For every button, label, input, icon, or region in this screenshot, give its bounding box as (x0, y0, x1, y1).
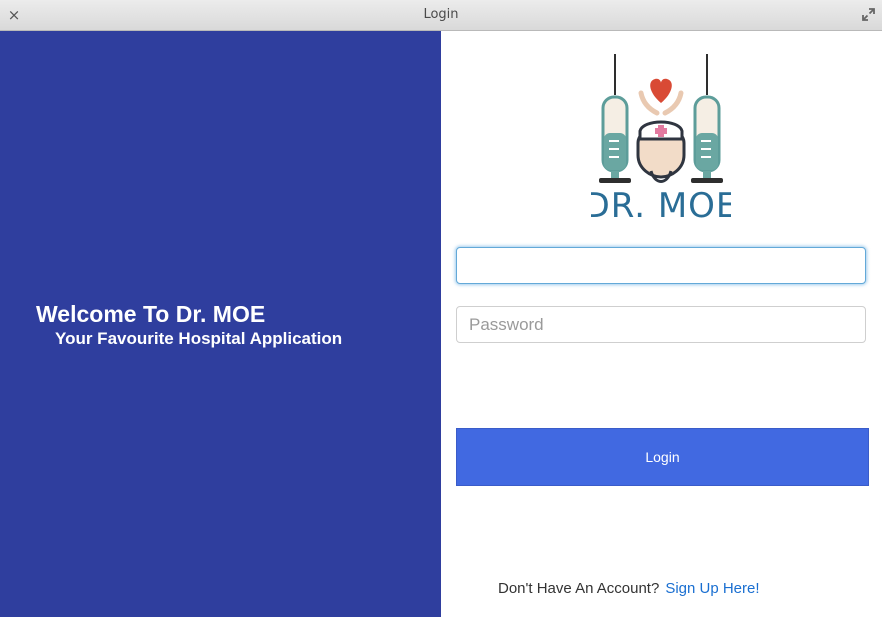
login-panel: DR. MOE Login Don't Have An Account? Sign… (441, 31, 882, 617)
logo-wordmark: DR. MOE (591, 186, 731, 223)
window-title: Login (423, 7, 459, 22)
welcome-panel: Welcome To Dr. MOE Your Favourite Hospit… (0, 31, 441, 617)
password-input[interactable] (456, 306, 866, 343)
signup-row: Don't Have An Account? Sign Up Here! (498, 580, 760, 597)
maximize-icon[interactable] (861, 7, 876, 22)
welcome-heading: Welcome To Dr. MOE (36, 301, 266, 327)
welcome-tagline: Your Favourite Hospital Application (55, 329, 343, 348)
doctor-syringe-logo-icon: DR. MOE (591, 54, 731, 223)
signup-prompt: Don't Have An Account? (498, 580, 660, 597)
username-input[interactable] (456, 247, 866, 284)
signup-link[interactable]: Sign Up Here! (665, 580, 759, 597)
login-button[interactable]: Login (456, 428, 869, 486)
window-titlebar: × Login (0, 0, 882, 31)
